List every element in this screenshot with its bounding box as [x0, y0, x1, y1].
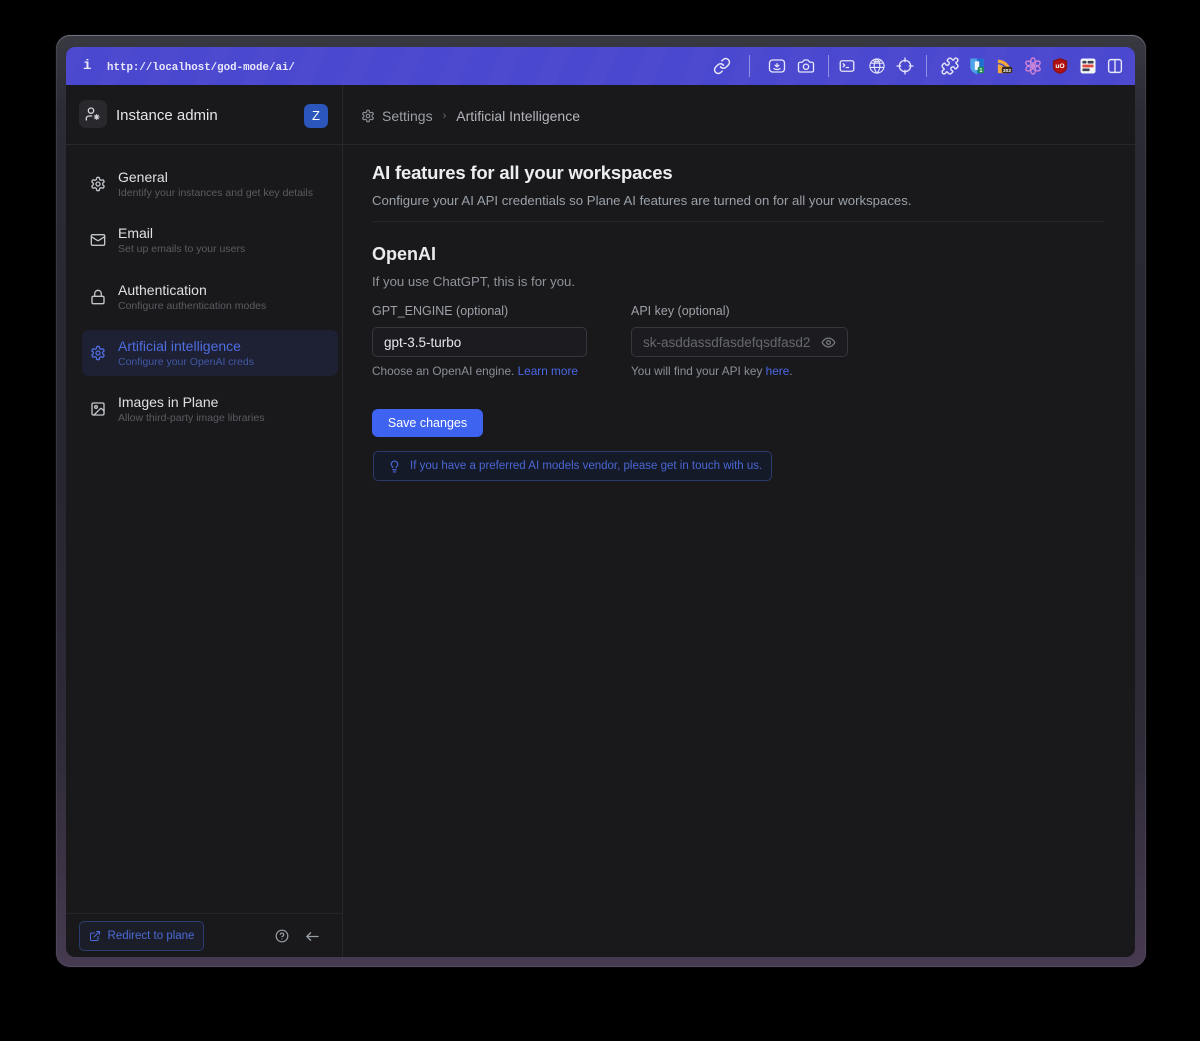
- svg-text:302: 302: [1003, 68, 1011, 74]
- svg-text:uO: uO: [1055, 63, 1064, 70]
- svg-text:1: 1: [980, 68, 983, 74]
